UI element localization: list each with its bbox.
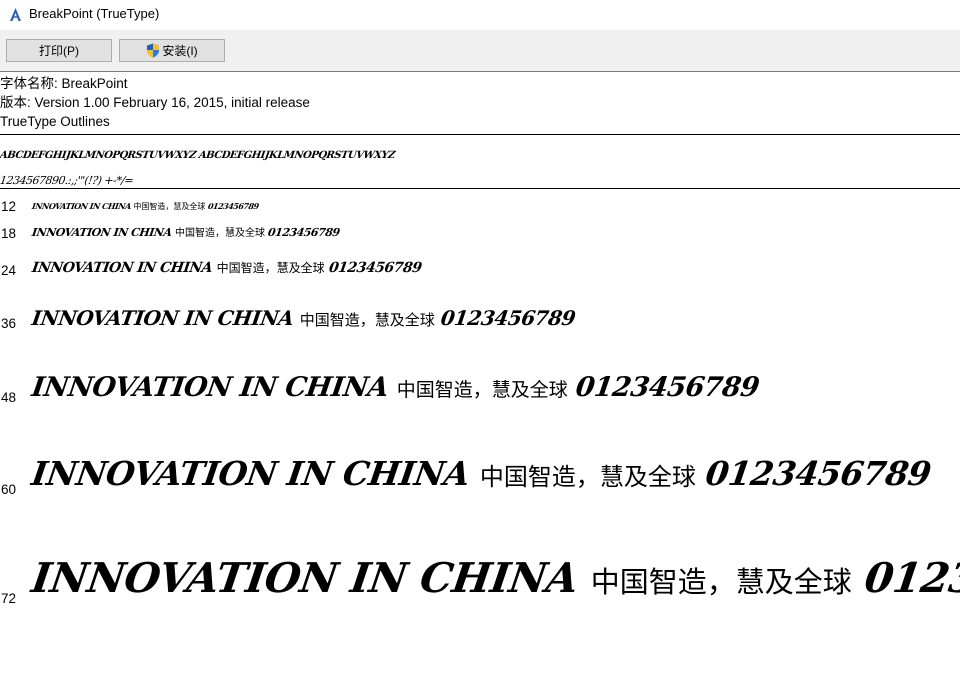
sample-cjk: 中国智造，慧及全球	[479, 463, 696, 491]
font-info: 字体名称: BreakPoint 版本: Version 1.00 Februa…	[0, 74, 310, 131]
font-name: 字体名称: BreakPoint	[0, 76, 128, 91]
charset-digits: 1234567890.:,;'"(!?) +-*/=	[0, 174, 135, 187]
sample-cjk: 中国智造，慧及全球	[590, 565, 852, 599]
charset-digits-text: 1234567890.:,;'"(!?) +-*/=	[0, 174, 135, 187]
sample-digits: 0123456789	[327, 260, 423, 276]
sample-cjk: 中国智造，慧及全球	[174, 228, 265, 239]
title-bar: BreakPoint (TrueType)	[0, 0, 960, 30]
sample-latin: INNOVATION IN CHINA	[29, 372, 391, 403]
size-label: 48	[1, 390, 17, 405]
install-button-label: 安装(I)	[162, 44, 198, 58]
charset-letters: ABCDEFGHIJKLMNOPQRSTUVWXYZ ABCDEFGHIJKLM…	[0, 150, 396, 161]
sample-text: INNOVATION IN CHINA 中国智造，慧及全球 0123456789	[31, 201, 260, 211]
size-label: 36	[1, 316, 17, 331]
sample-text: INNOVATION IN CHINA 中国智造，慧及全球 0123456	[28, 554, 960, 602]
font-version: 版本: Version 1.00 February 16, 2015, init…	[0, 95, 310, 110]
sample-text: INNOVATION IN CHINA 中国智造，慧及全球 0123456789	[31, 226, 341, 239]
window-title: BreakPoint (TrueType)	[29, 6, 160, 21]
print-button-label: 打印(P)	[39, 44, 79, 58]
toolbar: 打印(P) 安装(I)	[0, 30, 960, 72]
divider	[0, 188, 960, 189]
sample-latin: INNOVATION IN CHINA	[30, 306, 296, 330]
uac-shield-icon	[147, 43, 160, 58]
font-outlines: TrueType Outlines	[0, 114, 110, 129]
sample-digits: 0123456789	[267, 226, 341, 239]
sample-cjk: 中国智造，慧及全球	[396, 379, 568, 401]
sample-latin: INNOVATION IN CHINA	[31, 201, 132, 211]
sample-latin: INNOVATION IN CHINA	[31, 226, 173, 239]
font-viewer-icon	[10, 8, 21, 21]
sample-digits: 0123456	[861, 554, 960, 602]
sample-text: INNOVATION IN CHINA 中国智造，慧及全球 0123456789	[29, 454, 934, 493]
size-label: 12	[1, 199, 17, 214]
sample-digits: 0123456789	[574, 372, 762, 403]
sample-cjk: 中国智造，慧及全球	[133, 202, 206, 211]
sample-digits: 0123456789	[207, 201, 260, 211]
sample-text: INNOVATION IN CHINA 中国智造，慧及全球 0123456789	[30, 306, 577, 330]
sample-text: INNOVATION IN CHINA 中国智造，慧及全球 0123456789	[30, 260, 423, 276]
sample-text: INNOVATION IN CHINA 中国智造，慧及全球 0123456789	[29, 372, 762, 403]
print-button[interactable]: 打印(P)	[6, 39, 112, 62]
size-label: 60	[1, 482, 17, 497]
install-button[interactable]: 安装(I)	[119, 39, 225, 62]
sample-digits: 0123456789	[439, 306, 577, 330]
size-label: 72	[1, 591, 17, 606]
divider	[0, 134, 960, 135]
size-label: 24	[1, 263, 17, 278]
sample-cjk: 中国智造，慧及全球	[299, 311, 435, 329]
charset-letters-text: ABCDEFGHIJKLMNOPQRSTUVWXYZ ABCDEFGHIJKLM…	[0, 150, 396, 161]
sample-cjk: 中国智造，慧及全球	[216, 261, 325, 275]
sample-latin: INNOVATION IN CHINA	[29, 454, 473, 493]
sample-latin: INNOVATION IN CHINA	[28, 554, 582, 602]
sample-latin: INNOVATION IN CHINA	[30, 260, 214, 276]
size-label: 18	[1, 226, 17, 241]
sample-digits: 0123456789	[703, 454, 934, 493]
